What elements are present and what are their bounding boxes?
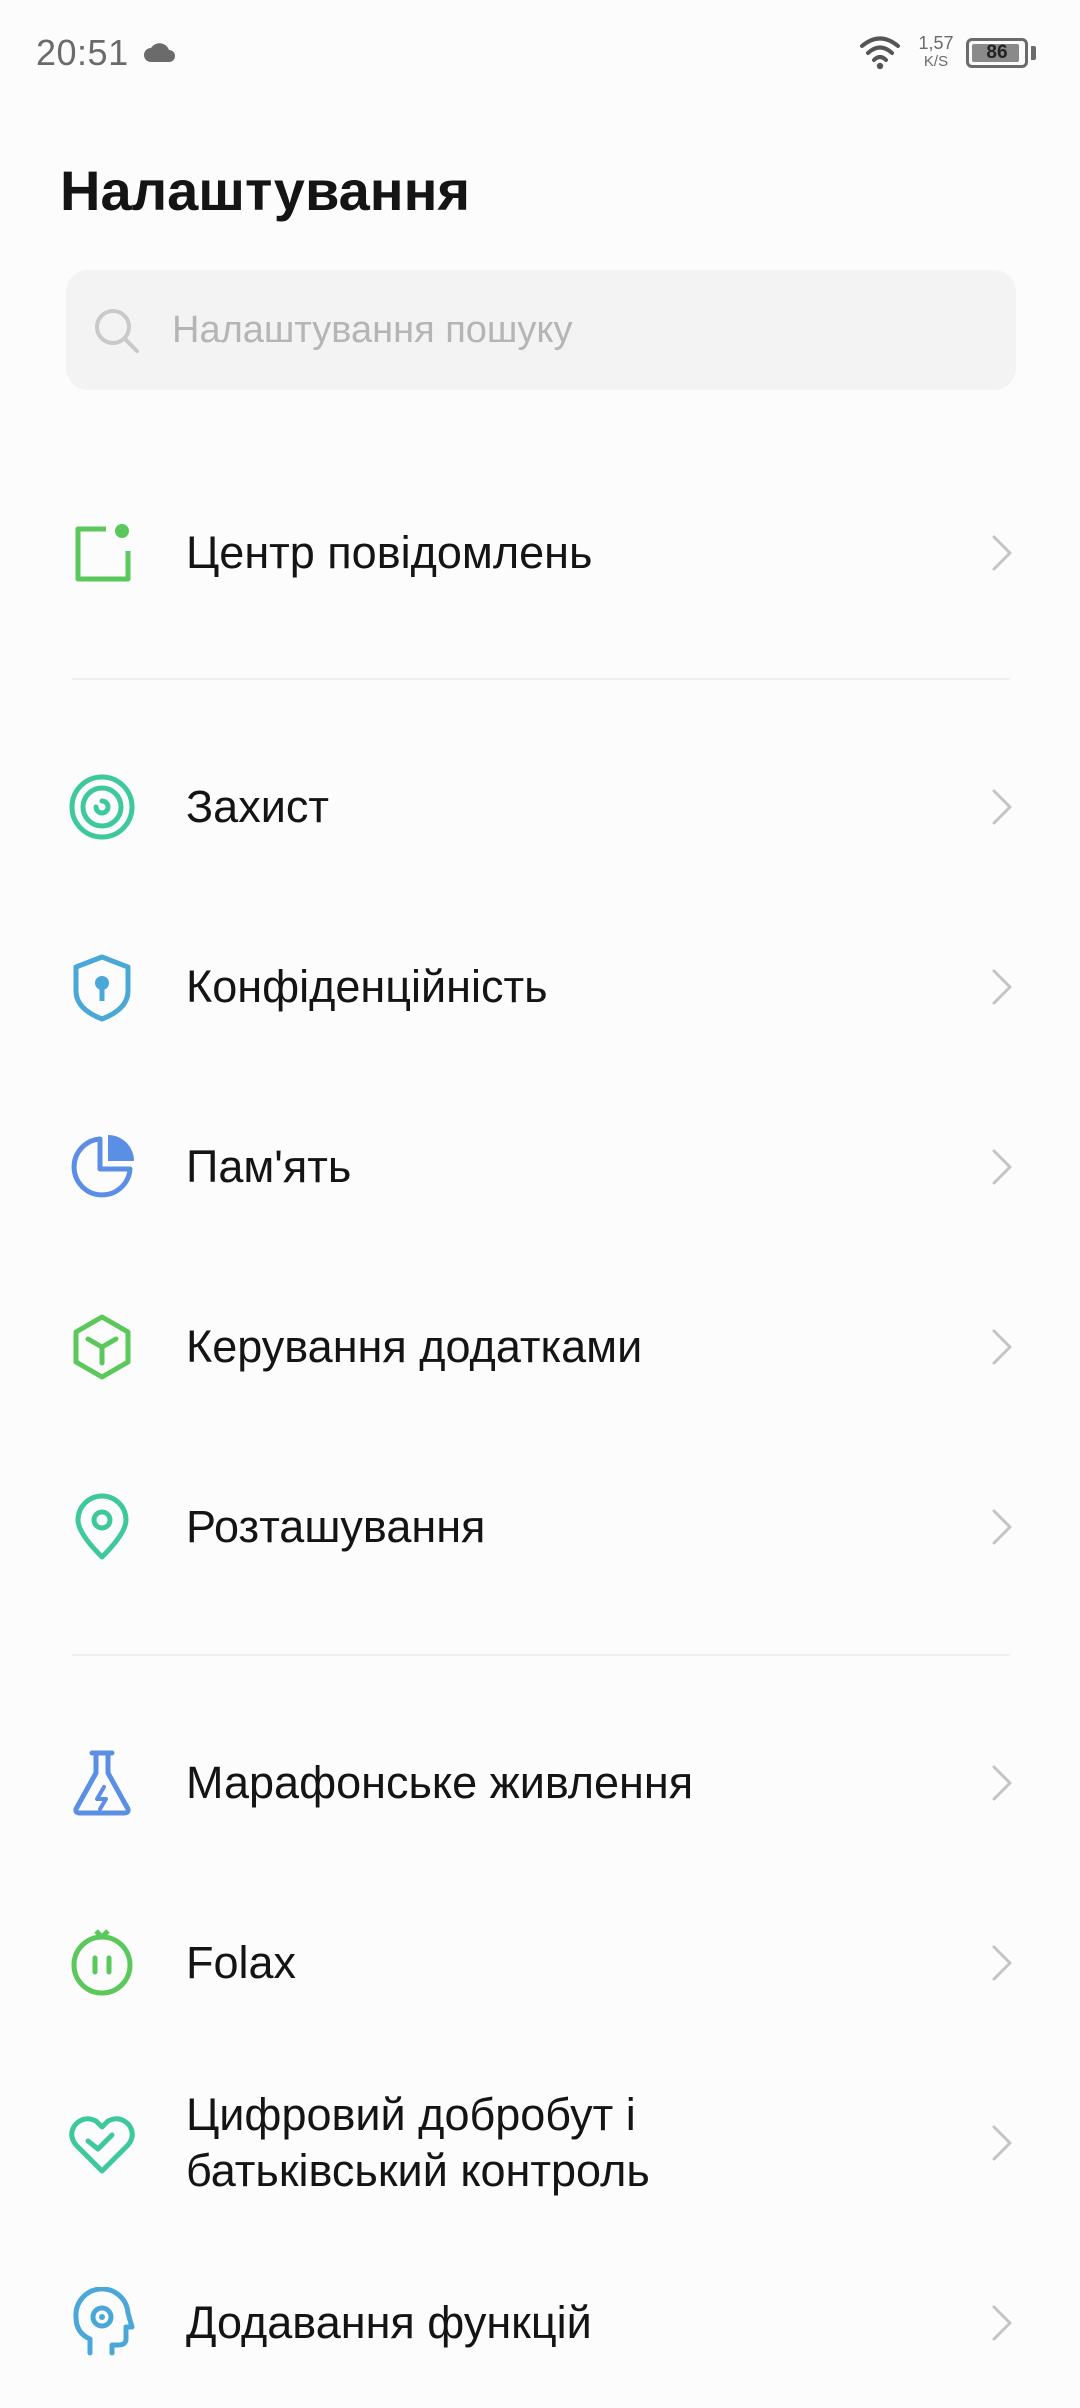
network-speed-unit: K/S: [923, 53, 949, 70]
settings-item-label: Folax: [186, 1937, 297, 1988]
search-bar[interactable]: [66, 270, 1016, 390]
chevron-right-icon: [992, 1765, 1012, 1801]
settings-item-label-line2: батьківський контроль: [186, 2145, 650, 2196]
settings-item-notification-center[interactable]: Центр повідомлень: [0, 468, 1080, 638]
settings-item-label: Конфіденційність: [186, 961, 548, 1012]
marathon-power-flask-icon: [73, 1750, 131, 1816]
settings-item-label: Захист: [186, 781, 329, 832]
app-management-icon: [73, 1314, 131, 1380]
network-speed-value: 1,57: [918, 33, 954, 53]
status-bar: 20:51 1,57 K/S 86: [0, 0, 1080, 110]
chevron-right-icon: [992, 1509, 1012, 1545]
wifi-icon: [860, 36, 900, 70]
settings-item-label: Центр повідомлень: [186, 527, 593, 578]
settings-item-label: Додавання функцій: [186, 2297, 592, 2348]
battery-tip: [1031, 46, 1036, 60]
location-pin-icon: [75, 1493, 129, 1560]
settings-item-app-management[interactable]: Керування додатками: [0, 1262, 1080, 1432]
notification-center-icon: [75, 524, 131, 582]
battery-level: 86: [986, 42, 1008, 63]
privacy-shield-icon: [73, 954, 131, 1022]
status-time: 20:51: [36, 32, 129, 73]
settings-item-label: Марафонське живлення: [186, 1757, 694, 1808]
settings-item-folax[interactable]: Folax: [0, 1878, 1080, 2048]
settings-item-feature-add[interactable]: Додавання функцій: [0, 2238, 1080, 2408]
settings-item-digital-wellbeing[interactable]: Цифровий добробут і батьківський контрол…: [0, 2058, 1080, 2228]
page-title: Налаштування: [60, 159, 471, 222]
folax-icon: [71, 1929, 133, 1996]
settings-item-label: Розташування: [186, 1501, 486, 1552]
chevron-right-icon: [992, 2305, 1012, 2341]
security-icon: [69, 774, 135, 840]
settings-item-label: Пам'ять: [186, 1141, 352, 1192]
settings-item-storage[interactable]: Пам'ять: [0, 1082, 1080, 1252]
settings-item-label: Керування додатками: [186, 1321, 643, 1372]
search-icon: [95, 309, 139, 353]
settings-item-location[interactable]: Розташування: [0, 1442, 1080, 1612]
search-input[interactable]: [172, 270, 992, 390]
network-speed: 1,57 K/S: [914, 34, 958, 69]
chevron-right-icon: [992, 1945, 1012, 1981]
cloud-icon: [144, 43, 175, 62]
battery-icon: 86: [966, 38, 1028, 68]
chevron-right-icon: [992, 2125, 1012, 2161]
digital-wellbeing-heart-icon: [69, 2116, 135, 2174]
chevron-right-icon: [992, 969, 1012, 1005]
chevron-right-icon: [992, 789, 1012, 825]
settings-item-marathon-power[interactable]: Марафонське живлення: [0, 1698, 1080, 1868]
settings-item-security[interactable]: Захист: [0, 722, 1080, 892]
settings-item-label: Цифровий добробут і: [186, 2089, 636, 2140]
settings-item-privacy[interactable]: Конфіденційність: [0, 902, 1080, 1072]
chevron-right-icon: [992, 1149, 1012, 1185]
feature-add-head-icon: [73, 2287, 135, 2356]
chevron-right-icon: [992, 535, 1012, 571]
divider: [72, 678, 1010, 680]
divider: [72, 1654, 1010, 1656]
storage-pie-icon: [71, 1135, 134, 1198]
chevron-right-icon: [992, 1329, 1012, 1365]
